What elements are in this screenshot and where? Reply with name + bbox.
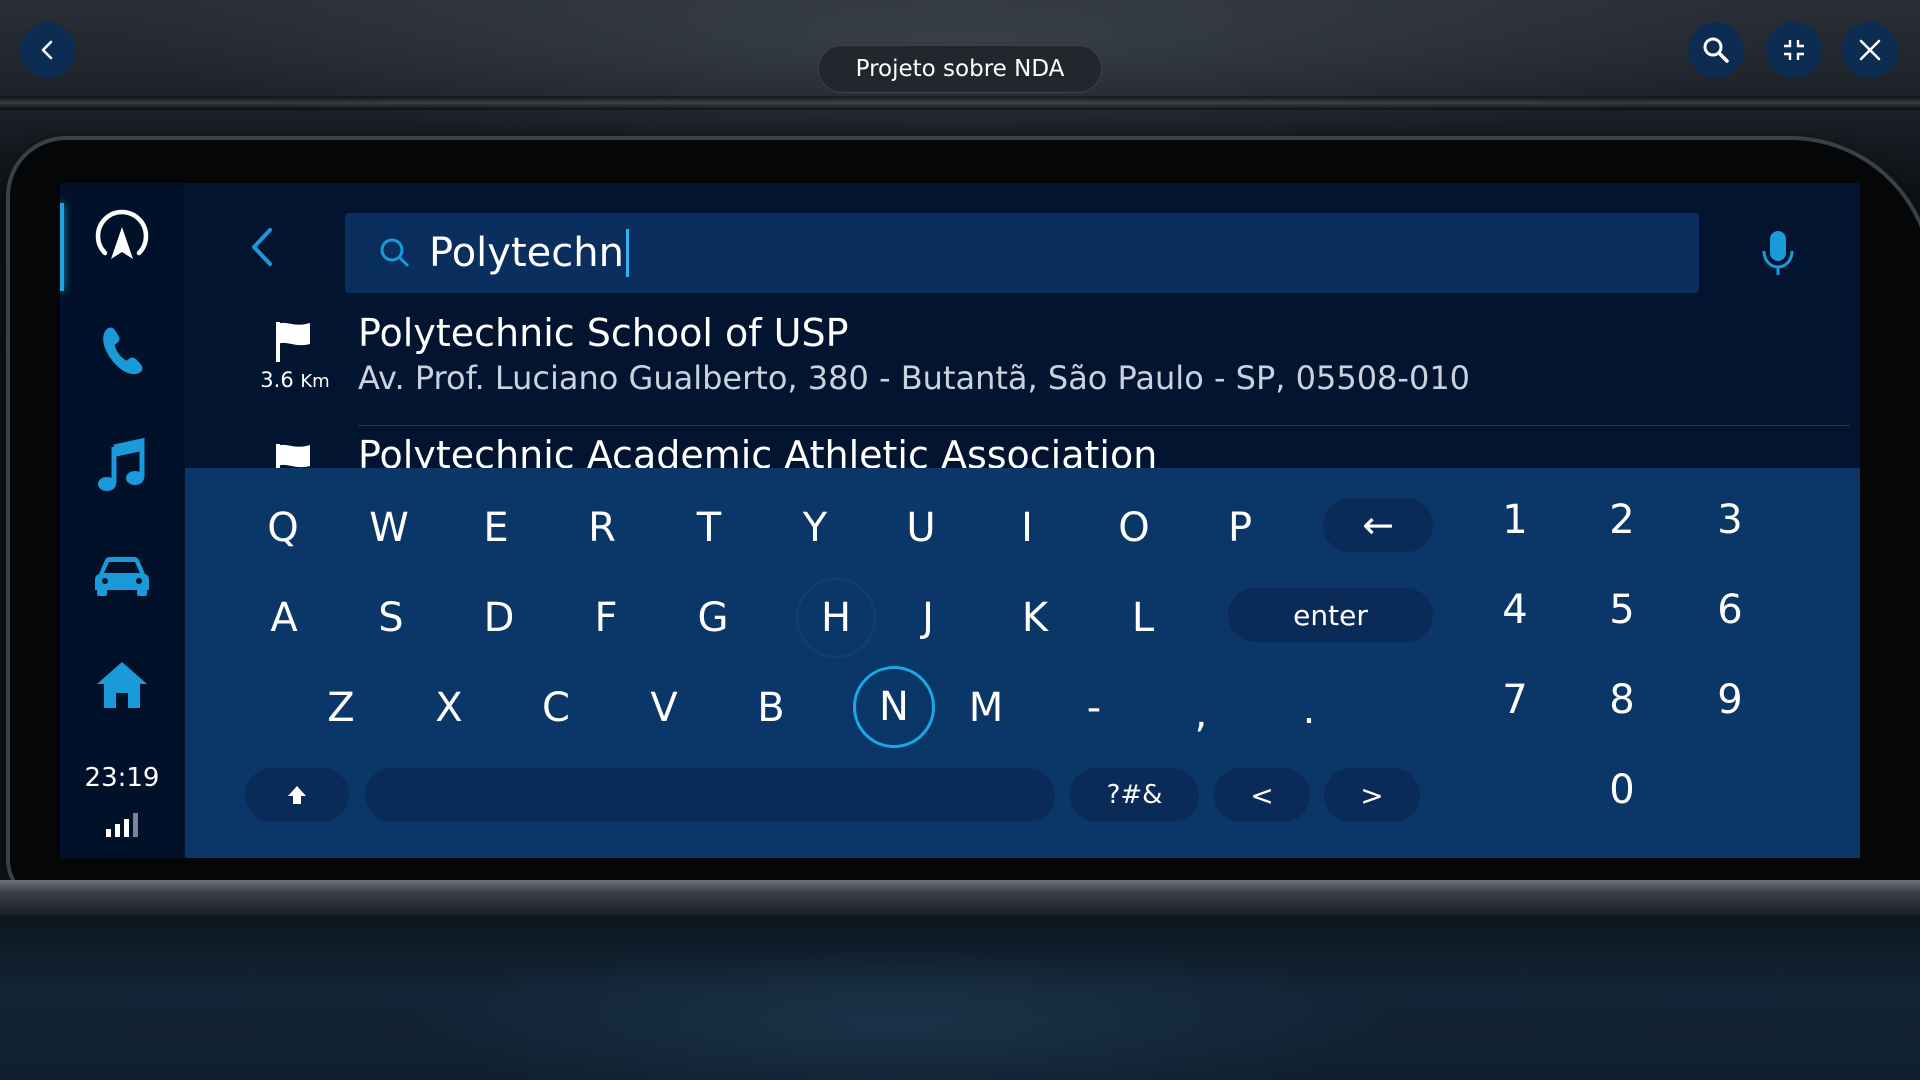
key-2[interactable]: 2 <box>1587 490 1657 550</box>
key-6[interactable]: 6 <box>1695 580 1765 640</box>
key-h[interactable]: H <box>796 578 876 658</box>
search-input[interactable]: Polytechn <box>345 213 1699 293</box>
shift-arrow-icon <box>288 786 306 804</box>
key-c[interactable]: C <box>513 676 599 740</box>
key-l[interactable]: L <box>1100 586 1186 650</box>
key-o[interactable]: O <box>1091 496 1177 560</box>
back-button[interactable] <box>20 22 76 78</box>
result-address: Av. Prof. Luciano Gualberto, 380 - Butan… <box>358 359 1471 397</box>
key-b[interactable]: B <box>728 676 814 740</box>
distance-value: 3.6 <box>260 368 294 392</box>
key-s[interactable]: S <box>348 586 434 650</box>
window-title: Projeto sobre NDA <box>818 45 1102 93</box>
distance-unit: Km <box>300 371 330 392</box>
key-period[interactable]: . <box>1266 678 1352 742</box>
side-rail: 23:19 <box>60 183 184 858</box>
key-5[interactable]: 5 <box>1587 580 1657 640</box>
key-0[interactable]: 0 <box>1587 760 1657 820</box>
chrome-trim <box>0 880 1920 916</box>
collapse-button[interactable] <box>1766 22 1822 78</box>
chevron-left-icon <box>41 40 53 60</box>
key-comma[interactable]: , <box>1158 682 1244 746</box>
key-p[interactable]: P <box>1197 496 1283 560</box>
navigation-icon <box>95 209 149 259</box>
key-f[interactable]: F <box>563 586 649 650</box>
key-x[interactable]: X <box>406 676 492 740</box>
key-9[interactable]: 9 <box>1695 670 1765 730</box>
key-q[interactable]: Q <box>240 496 326 560</box>
clock: 23:19 <box>84 763 160 793</box>
key-j[interactable]: J <box>885 586 971 650</box>
shift-key[interactable] <box>245 768 349 822</box>
cursor-right-key[interactable]: > <box>1324 768 1420 822</box>
music-note-icon <box>98 437 145 491</box>
search-result-item[interactable]: 3.6 Km Polytechnic School of USP Av. Pro… <box>210 308 1860 426</box>
car-icon <box>95 557 149 596</box>
key-1[interactable]: 1 <box>1480 490 1550 550</box>
close-button[interactable] <box>1842 22 1898 78</box>
home-icon <box>97 662 147 708</box>
key-i[interactable]: I <box>984 496 1070 560</box>
key-y[interactable]: Y <box>772 496 858 560</box>
key-dash[interactable]: - <box>1051 676 1137 740</box>
key-z[interactable]: Z <box>298 676 384 740</box>
rail-item-media[interactable] <box>90 433 154 497</box>
enter-key[interactable]: enter <box>1228 588 1433 642</box>
divider <box>358 425 1850 426</box>
leather-stitch <box>0 96 1920 110</box>
infotainment-screen: 23:19 Polytechn 3.6 Km Polytechnic Schoo… <box>60 183 1860 858</box>
collapse-icon <box>1784 40 1804 60</box>
magnifier-icon <box>1703 37 1729 63</box>
microphone-icon[interactable] <box>1758 229 1798 279</box>
rail-item-phone[interactable] <box>90 318 154 382</box>
search-back-button[interactable] <box>240 223 284 271</box>
result-name: Polytechnic School of USP <box>358 311 849 355</box>
key-g[interactable]: G <box>670 586 756 650</box>
search-query-container: Polytechn <box>429 225 629 281</box>
key-7[interactable]: 7 <box>1480 670 1550 730</box>
signal-strength-icon <box>106 813 138 837</box>
phone-icon <box>103 327 143 375</box>
chevron-left-icon <box>252 228 272 266</box>
active-indicator <box>60 203 64 291</box>
key-3[interactable]: 3 <box>1695 490 1765 550</box>
cursor-left-key[interactable]: < <box>1214 768 1310 822</box>
text-caret <box>625 229 629 277</box>
key-4[interactable]: 4 <box>1480 580 1550 640</box>
close-icon <box>1859 39 1881 61</box>
result-distance: 3.6 Km <box>230 368 360 392</box>
zoom-button[interactable] <box>1688 22 1744 78</box>
key-k[interactable]: K <box>992 586 1078 650</box>
key-t[interactable]: T <box>666 496 752 560</box>
symbols-key[interactable]: ?#& <box>1070 768 1199 822</box>
rail-item-vehicle[interactable] <box>90 543 154 607</box>
key-n[interactable]: N <box>853 666 935 748</box>
key-8[interactable]: 8 <box>1587 670 1657 730</box>
backspace-key[interactable]: ← <box>1323 498 1433 552</box>
key-r[interactable]: R <box>559 496 645 560</box>
key-u[interactable]: U <box>878 496 964 560</box>
key-w[interactable]: W <box>346 496 432 560</box>
key-d[interactable]: D <box>456 586 542 650</box>
key-v[interactable]: V <box>621 676 707 740</box>
rail-item-home[interactable] <box>90 653 154 717</box>
on-screen-keyboard: Q W E R T Y U I O P ← A S D F G H J K L … <box>185 468 1860 858</box>
key-e[interactable]: E <box>453 496 539 560</box>
search-icon <box>380 238 409 267</box>
flag-icon <box>276 322 310 362</box>
key-a[interactable]: A <box>241 586 327 650</box>
rail-item-navigation[interactable] <box>90 206 154 270</box>
search-query: Polytechn <box>429 230 624 276</box>
space-bar[interactable] <box>365 768 1055 822</box>
lower-dashboard <box>0 915 1920 1080</box>
key-m[interactable]: M <box>943 676 1029 740</box>
